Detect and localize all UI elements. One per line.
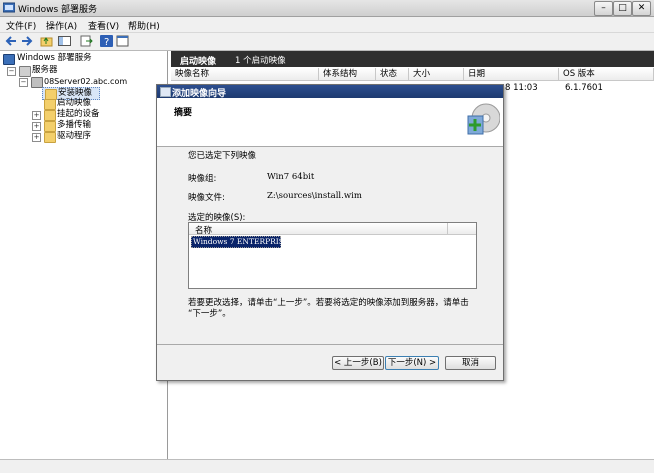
selected-images-list[interactable]: 名称 Windows 7 ENTERPRISE bbox=[188, 222, 477, 289]
list-item-label: Windows 7 ENTERPRISE bbox=[193, 237, 290, 246]
wizard-image-icon bbox=[462, 100, 501, 140]
col-size[interactable]: 大小 bbox=[409, 68, 464, 80]
content-count: 1 个启动映像 bbox=[235, 56, 286, 66]
col-os-version[interactable]: OS 版本 bbox=[559, 68, 654, 80]
dialog-banner: 摘要 bbox=[157, 98, 503, 147]
dialog-page-title: 摘要 bbox=[174, 108, 193, 118]
tree-servers-label: 服务器 bbox=[32, 65, 58, 75]
col-date[interactable]: 日期 bbox=[464, 68, 559, 80]
back-button[interactable]: < 上一步(B) bbox=[332, 356, 384, 370]
menu-file[interactable]: 文件(F) bbox=[6, 19, 36, 32]
app-icon bbox=[2, 2, 16, 13]
tree-node-label: 驱动程序 bbox=[57, 131, 92, 141]
col-image-name[interactable]: 映像名称 bbox=[171, 68, 319, 80]
row-date: 8 11:03 bbox=[505, 83, 538, 93]
wds-icon bbox=[3, 54, 15, 65]
tree-node-label: 多播传输 bbox=[57, 120, 92, 130]
tree-node-label: 启动映像 bbox=[57, 98, 92, 108]
list-col-name[interactable]: 名称 bbox=[189, 223, 448, 236]
forward-icon[interactable] bbox=[20, 35, 33, 47]
tree-server-label: 08Server02.abc.com bbox=[44, 77, 128, 86]
dialog-app-icon bbox=[160, 87, 171, 97]
col-status[interactable]: 状态 bbox=[376, 68, 409, 80]
tree-node-label: 挂起的设备 bbox=[57, 109, 100, 119]
intro-text: 您已选定下列映像 bbox=[188, 151, 257, 161]
next-button[interactable]: 下一步(N) > bbox=[385, 356, 439, 370]
collapse-icon[interactable]: − bbox=[19, 78, 28, 87]
minimize-button[interactable]: – bbox=[594, 1, 613, 16]
window-title: Windows 部署服务 bbox=[18, 5, 98, 15]
group-label: 映像组: bbox=[188, 174, 217, 184]
show-hide-tree-icon[interactable] bbox=[58, 35, 71, 47]
folder-icon bbox=[44, 121, 56, 132]
column-header: 映像名称 体系结构 状态 大小 日期 OS 版本 bbox=[171, 68, 654, 81]
col-architecture[interactable]: 体系结构 bbox=[319, 68, 376, 80]
help-icon[interactable]: ? bbox=[100, 35, 113, 48]
maximize-button[interactable]: □ bbox=[613, 1, 632, 16]
toolbar: ? bbox=[0, 33, 654, 51]
list-item[interactable]: Windows 7 ENTERPRISE bbox=[191, 236, 289, 248]
menu-view[interactable]: 查看(V) bbox=[88, 19, 119, 32]
properties-icon[interactable] bbox=[116, 35, 129, 47]
close-button[interactable]: ✕ bbox=[632, 1, 651, 16]
tree-root-label: Windows 部署服务 bbox=[17, 53, 92, 63]
menu-help[interactable]: 帮助(H) bbox=[128, 19, 160, 32]
content-header: 启动映像 1 个启动映像 bbox=[171, 51, 654, 67]
file-value: Z:\sources\install.wim bbox=[267, 191, 362, 201]
menubar: 文件(F) 操作(A) 查看(V) 帮助(H) bbox=[0, 17, 654, 33]
add-image-wizard: 添加映像向导 摘要 您已选定下列映像 映像组: Win7 64bit 映像文件:… bbox=[156, 84, 504, 381]
tree-pane: Windows 部署服务 − 服务器 − 08Server02.abc.com … bbox=[0, 51, 168, 459]
up-folder-icon[interactable] bbox=[40, 35, 53, 47]
folder-icon bbox=[44, 110, 56, 121]
expand-icon[interactable]: + bbox=[32, 122, 41, 131]
dialog-titlebar: 添加映像向导 bbox=[157, 85, 503, 99]
cancel-button[interactable]: 取消 bbox=[445, 356, 496, 370]
file-label: 映像文件: bbox=[188, 193, 225, 203]
folder-icon bbox=[44, 132, 56, 143]
expand-icon[interactable]: + bbox=[32, 111, 41, 120]
expand-icon[interactable]: + bbox=[32, 133, 41, 142]
row-os-version: 6.1.7601 bbox=[565, 83, 603, 93]
servers-icon bbox=[19, 66, 31, 77]
dialog-separator bbox=[157, 344, 503, 345]
folder-icon bbox=[44, 99, 56, 110]
back-icon[interactable] bbox=[5, 35, 18, 47]
export-icon[interactable] bbox=[80, 35, 93, 47]
hint-text-line2: “下一步”。 bbox=[188, 309, 231, 319]
menu-action[interactable]: 操作(A) bbox=[46, 19, 77, 32]
svg-text:?: ? bbox=[104, 37, 109, 47]
content-title: 启动映像 bbox=[180, 57, 217, 67]
group-value: Win7 64bit bbox=[267, 172, 315, 182]
list-header: 名称 bbox=[189, 223, 476, 236]
window-titlebar: Windows 部署服务 – □ ✕ bbox=[0, 0, 654, 17]
collapse-icon[interactable]: − bbox=[7, 67, 16, 76]
status-bar bbox=[0, 459, 654, 473]
list-col-name-label: 名称 bbox=[195, 226, 213, 236]
